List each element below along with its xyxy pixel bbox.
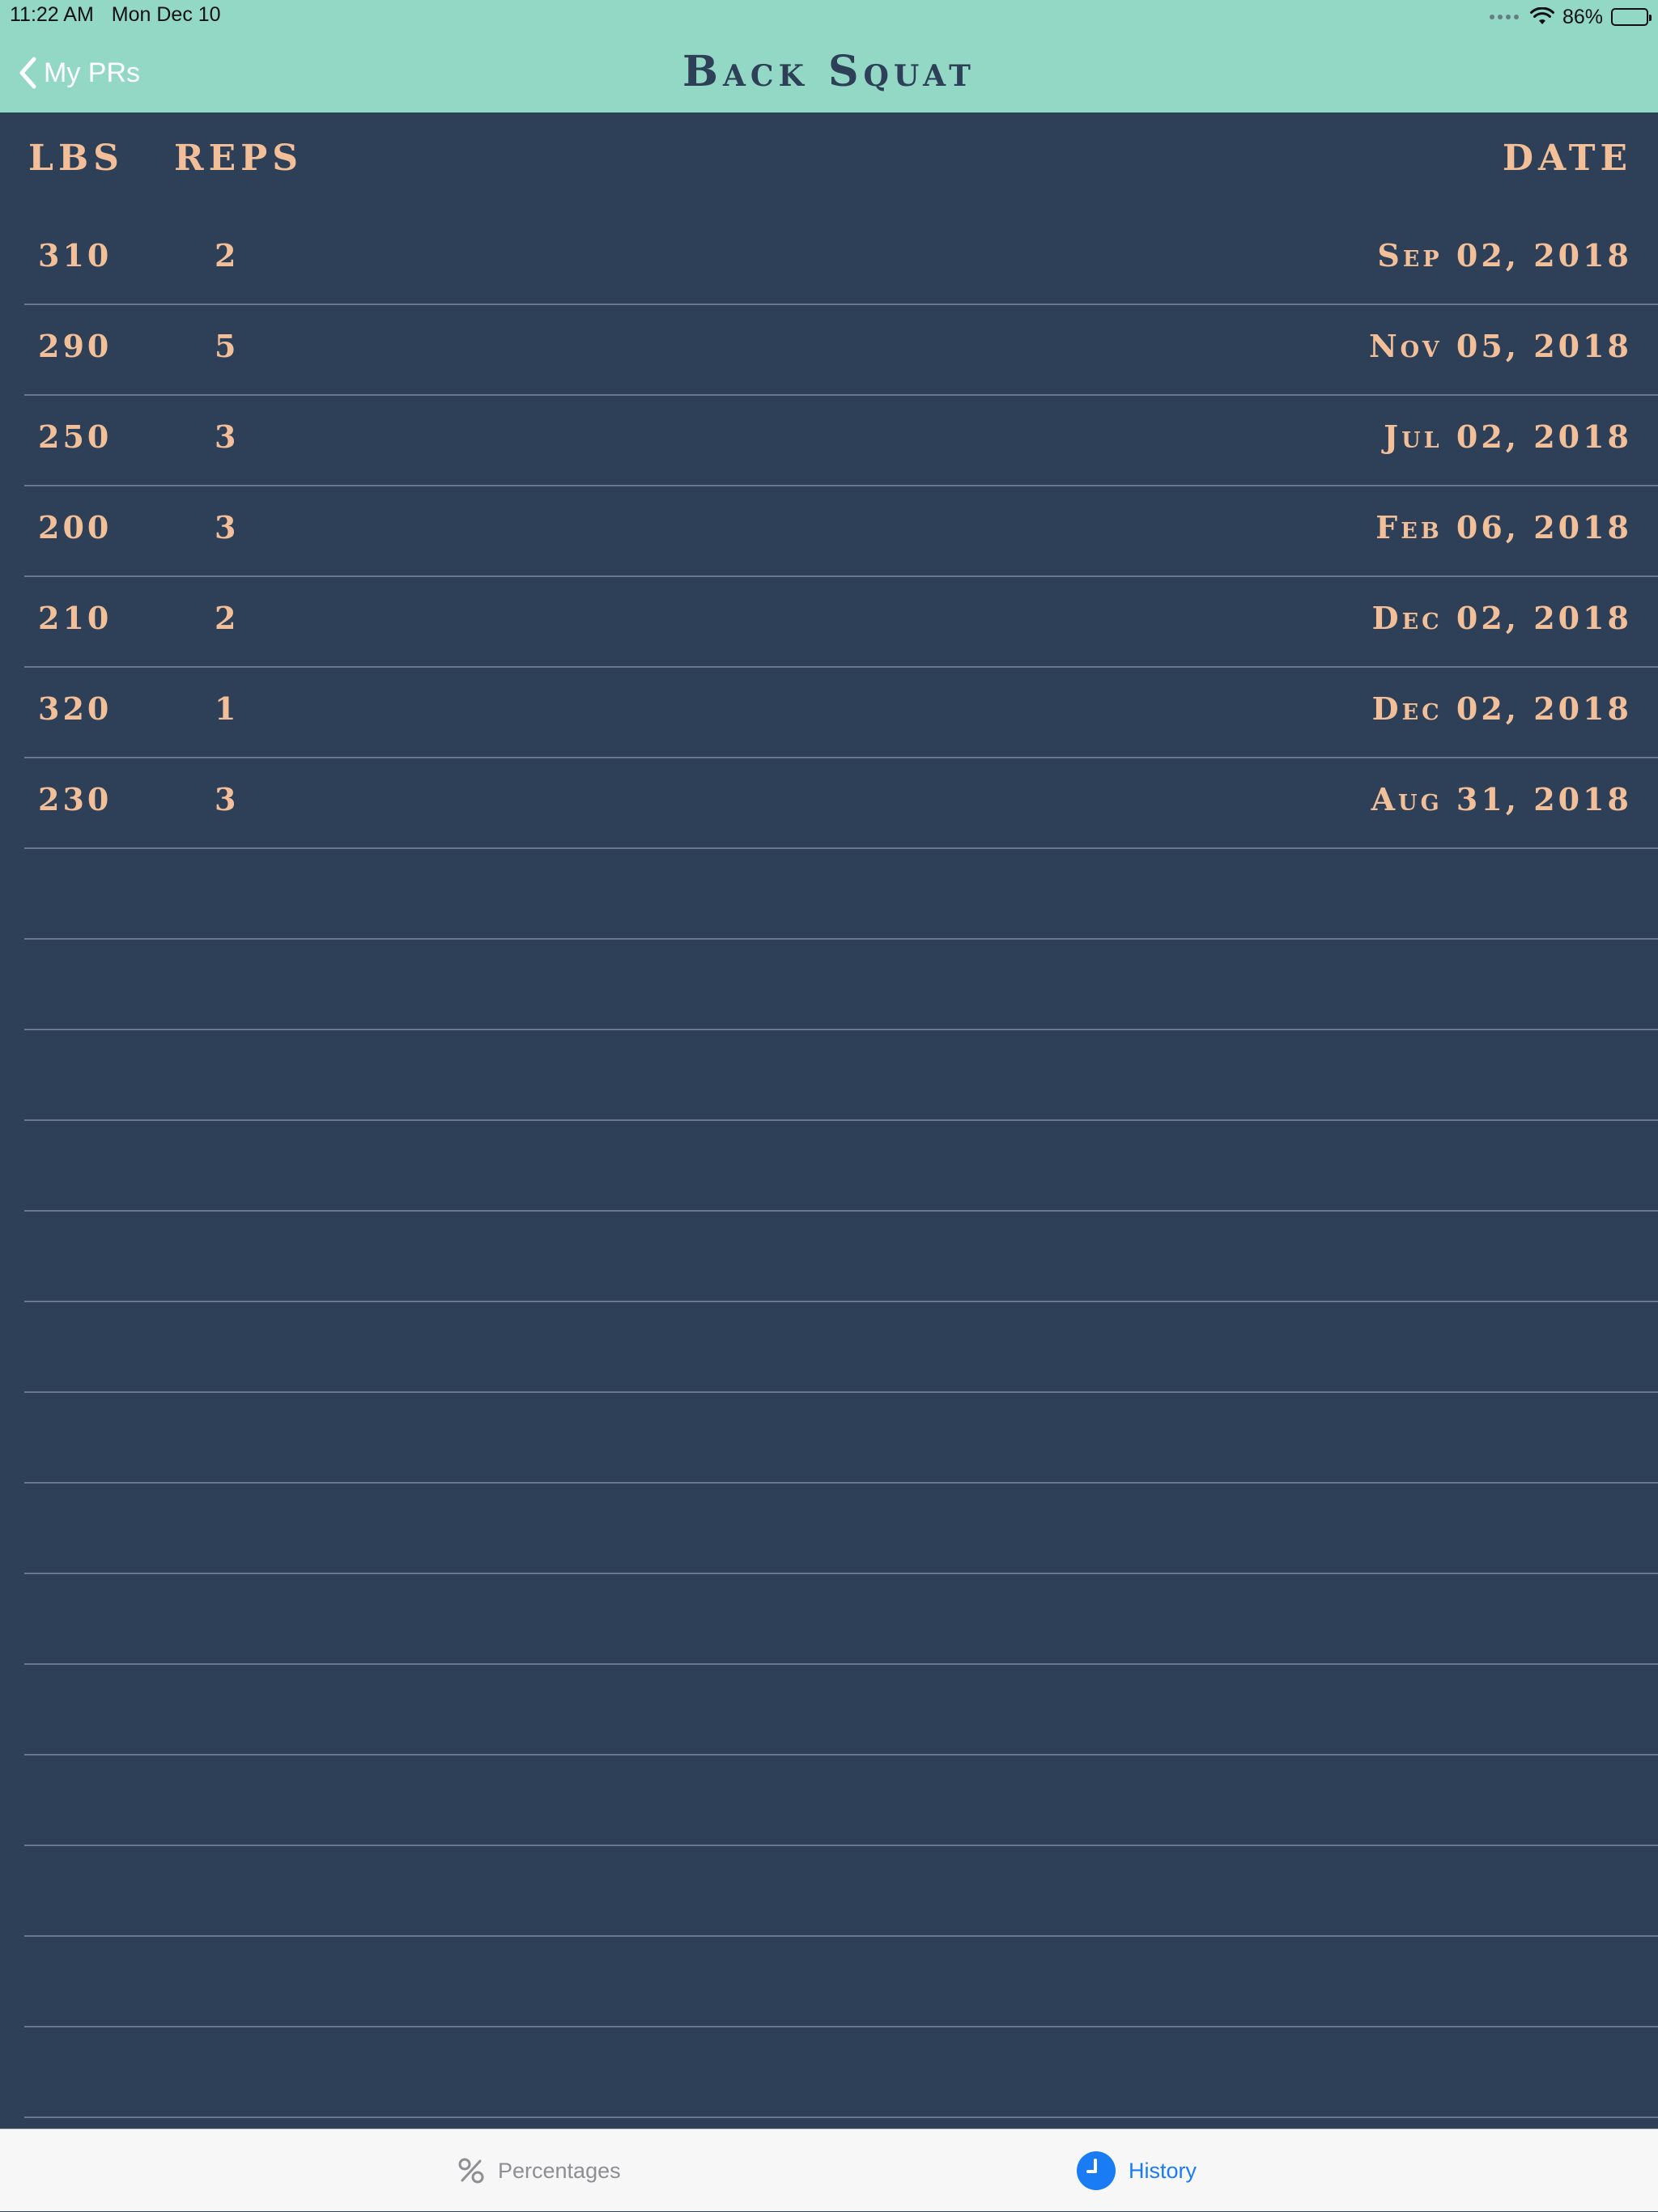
cell-date: Nov 05, 2018 <box>1368 328 1632 364</box>
header-bar: 11:22 AM Mon Dec 10 86% My PRs Back Squat <box>0 0 1658 113</box>
empty-row <box>24 1937 1658 2027</box>
empty-row <box>24 1302 1658 1393</box>
cell-reps: 2 <box>215 600 240 636</box>
empty-row <box>24 1846 1658 1937</box>
status-date: Mon Dec 10 <box>111 3 221 26</box>
empty-row <box>24 1030 1658 1121</box>
status-bar-left: 11:22 AM Mon Dec 10 <box>10 3 221 27</box>
wifi-icon <box>1529 7 1554 24</box>
cell-lbs: 230 <box>38 781 113 817</box>
empty-row <box>24 1121 1658 1212</box>
empty-row <box>24 849 1658 940</box>
battery-icon <box>1611 8 1652 26</box>
empty-row <box>24 1393 1658 1484</box>
cell-lbs: 210 <box>38 600 113 636</box>
percent-icon <box>458 2158 484 2184</box>
empty-row <box>24 1212 1658 1302</box>
table-row[interactable]: 320 1 Dec 02, 2018 <box>24 668 1658 758</box>
empty-row <box>24 940 1658 1030</box>
column-header-reps: REPS <box>174 138 303 179</box>
tab-history-label: History <box>1129 2158 1197 2183</box>
cell-lbs: 290 <box>38 328 113 364</box>
cell-date: Feb 06, 2018 <box>1375 509 1632 546</box>
table-row[interactable]: 230 3 Aug 31, 2018 <box>24 758 1658 849</box>
cell-reps: 3 <box>215 509 240 546</box>
cell-reps: 3 <box>215 418 240 455</box>
table-row[interactable]: 290 5 Nov 05, 2018 <box>24 305 1658 396</box>
cell-date: Dec 02, 2018 <box>1371 690 1632 727</box>
cell-lbs: 200 <box>38 509 113 546</box>
cell-reps: 5 <box>215 328 240 364</box>
cell-reps: 1 <box>215 690 240 727</box>
status-bar-right: 86% <box>1489 3 1652 31</box>
empty-row <box>24 1574 1658 1665</box>
tab-bar: Percentages History <box>0 2129 1658 2211</box>
empty-row <box>24 1484 1658 1574</box>
cell-date: Dec 02, 2018 <box>1371 600 1632 636</box>
page-title: Back Squat <box>682 47 976 96</box>
table-row[interactable]: 210 2 Dec 02, 2018 <box>24 577 1658 668</box>
status-time: 11:22 AM <box>10 3 94 26</box>
empty-row <box>24 2027 1658 2118</box>
column-header-lbs: LBS <box>28 138 124 179</box>
cell-reps: 2 <box>215 237 240 274</box>
cell-date: Sep 02, 2018 <box>1377 237 1632 274</box>
battery-percent: 86% <box>1562 5 1603 28</box>
column-header-date: DATE <box>1502 138 1632 179</box>
tab-percentages[interactable]: Percentages <box>457 2129 621 2212</box>
table-row[interactable]: 200 3 Feb 06, 2018 <box>24 486 1658 577</box>
tab-history[interactable]: History <box>1077 2129 1197 2212</box>
signal-icon <box>1489 15 1519 19</box>
table-row[interactable]: 250 3 Jul 02, 2018 <box>24 396 1658 486</box>
cell-reps: 3 <box>215 781 240 817</box>
clock-icon <box>1077 2151 1116 2190</box>
cell-lbs: 310 <box>38 237 113 274</box>
table-row[interactable]: 310 2 Sep 02, 2018 <box>24 214 1658 305</box>
empty-row <box>24 1665 1658 1756</box>
empty-row <box>24 1756 1658 1846</box>
cell-date: Jul 02, 2018 <box>1384 418 1632 455</box>
cell-date: Aug 31, 2018 <box>1371 781 1632 817</box>
tab-percentages-label: Percentages <box>498 2158 621 2183</box>
cell-lbs: 250 <box>38 418 113 455</box>
cell-lbs: 320 <box>38 690 113 727</box>
history-table: 310 2 Sep 02, 2018 290 5 Nov 05, 2018 250 3 Jul … <box>0 214 1658 2118</box>
